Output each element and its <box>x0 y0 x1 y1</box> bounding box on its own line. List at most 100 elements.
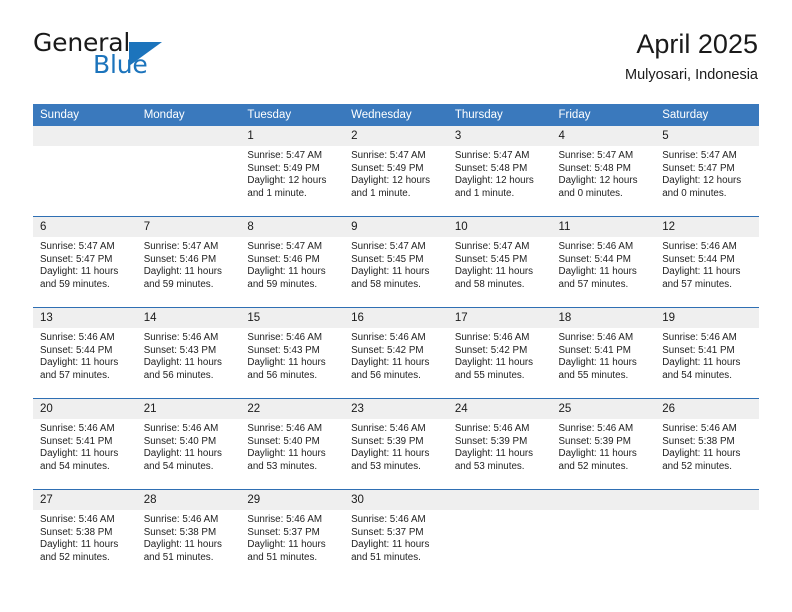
calendar-day-cell[interactable]: 22 Sunrise: 5:46 AM Sunset: 5:40 PM Dayligh… <box>240 398 345 490</box>
day-details: Sunrise: 5:46 AM Sunset: 5:42 PM Daylight:… <box>448 328 552 382</box>
calendar-day-cell[interactable]: 4 Sunrise: 5:47 AM Sunset: 5:48 PM Daylight… <box>551 126 656 217</box>
day-number: 24 <box>447 399 552 419</box>
day-number <box>136 126 241 146</box>
sunrise-text: Sunrise: 5:46 AM <box>143 514 219 525</box>
sunset-text: Sunset: 5:46 PM <box>247 253 320 265</box>
weekday-header-sunday: Sunday <box>33 104 137 126</box>
calendar-day-cell[interactable]: 28 Sunrise: 5:46 AM Sunset: 5:38 PM Dayligh… <box>136 489 241 580</box>
sunset-text: Sunset: 5:44 PM <box>40 344 113 356</box>
day-details: Sunrise: 5:47 AM Sunset: 5:45 PM Daylight:… <box>344 237 448 291</box>
sunset-text: Sunset: 5:38 PM <box>143 526 217 538</box>
sunrise-text: Sunrise: 5:47 AM <box>351 150 426 161</box>
day-number: 17 <box>447 308 552 328</box>
daylight-text: Daylight: 11 hours and 55 minutes. <box>558 357 637 381</box>
calendar-day-cell[interactable]: 23 Sunrise: 5:46 AM Sunset: 5:39 PM Dayligh… <box>344 398 448 490</box>
daylight-text: Daylight: 11 hours and 54 minutes. <box>40 448 119 472</box>
calendar-day-cell[interactable]: 13 Sunrise: 5:46 AM Sunset: 5:44 PM Dayligh… <box>33 307 137 399</box>
calendar-day-cell[interactable]: 25 Sunrise: 5:46 AM Sunset: 5:39 PM Dayligh… <box>551 398 656 490</box>
day-number: 1 <box>240 126 345 146</box>
calendar-day-cell[interactable]: 19 Sunrise: 5:46 AM Sunset: 5:41 PM Dayligh… <box>655 307 759 399</box>
page-header: General Blue April 2025 Mulyosari, Indon… <box>33 28 758 90</box>
day-number: 6 <box>33 217 137 237</box>
calendar-day-cell[interactable]: 16 Sunrise: 5:46 AM Sunset: 5:42 PM Dayligh… <box>344 307 448 399</box>
sunset-text: Sunset: 5:48 PM <box>558 162 631 174</box>
calendar-day-cell[interactable]: 12 Sunrise: 5:46 AM Sunset: 5:44 PM Dayligh… <box>655 216 759 308</box>
daylight-text: Daylight: 11 hours and 58 minutes. <box>454 266 534 290</box>
calendar-day-cell[interactable]: 2 Sunrise: 5:47 AM Sunset: 5:49 PM Daylight… <box>344 126 448 217</box>
calendar-day-cell-empty <box>551 489 656 580</box>
calendar-day-cell[interactable]: 11 Sunrise: 5:46 AM Sunset: 5:44 PM Dayligh… <box>551 216 656 308</box>
sunset-text: Sunset: 5:42 PM <box>454 344 528 356</box>
calendar-week-row: 20 Sunrise: 5:46 AM Sunset: 5:41 PM Dayligh… <box>33 398 759 490</box>
sunset-text: Sunset: 5:42 PM <box>351 344 424 356</box>
day-number: 26 <box>655 399 759 419</box>
day-details: Sunrise: 5:46 AM Sunset: 5:39 PM Daylight:… <box>448 419 552 473</box>
day-details: Sunrise: 5:46 AM Sunset: 5:38 PM Daylight:… <box>33 510 137 564</box>
day-number: 30 <box>344 490 448 510</box>
calendar-day-cell[interactable]: 21 Sunrise: 5:46 AM Sunset: 5:40 PM Dayligh… <box>136 398 241 490</box>
calendar-day-cell[interactable]: 10 Sunrise: 5:47 AM Sunset: 5:45 PM Dayligh… <box>447 216 552 308</box>
calendar-day-cell-empty <box>33 126 137 217</box>
day-details: Sunrise: 5:46 AM Sunset: 5:44 PM Daylight:… <box>655 237 759 291</box>
day-number: 7 <box>136 217 241 237</box>
sunset-text: Sunset: 5:41 PM <box>662 344 735 356</box>
calendar-day-cell[interactable]: 20 Sunrise: 5:46 AM Sunset: 5:41 PM Dayligh… <box>33 398 137 490</box>
sunrise-text: Sunrise: 5:46 AM <box>351 332 426 343</box>
daylight-text: Daylight: 11 hours and 54 minutes. <box>662 357 741 381</box>
day-details: Sunrise: 5:47 AM Sunset: 5:47 PM Daylight:… <box>33 237 137 291</box>
calendar-day-cell[interactable]: 24 Sunrise: 5:46 AM Sunset: 5:39 PM Dayligh… <box>447 398 552 490</box>
daylight-text: Daylight: 11 hours and 59 minutes. <box>40 266 119 290</box>
sunset-text: Sunset: 5:48 PM <box>454 162 528 174</box>
sunset-text: Sunset: 5:47 PM <box>40 253 113 265</box>
calendar-day-cell[interactable]: 7 Sunrise: 5:47 AM Sunset: 5:46 PM Daylight… <box>136 216 241 308</box>
day-details: Sunrise: 5:46 AM Sunset: 5:44 PM Daylight:… <box>552 237 656 291</box>
day-details: Sunrise: 5:46 AM Sunset: 5:42 PM Daylight:… <box>344 328 448 382</box>
sunset-text: Sunset: 5:41 PM <box>558 344 631 356</box>
calendar-day-cell[interactable]: 1 Sunrise: 5:47 AM Sunset: 5:49 PM Daylight… <box>240 126 345 217</box>
sunrise-text: Sunrise: 5:46 AM <box>40 423 115 434</box>
calendar-day-cell[interactable]: 14 Sunrise: 5:46 AM Sunset: 5:43 PM Dayligh… <box>136 307 241 399</box>
weekday-header-tuesday: Tuesday <box>240 104 345 126</box>
day-number: 5 <box>655 126 759 146</box>
daylight-text: Daylight: 11 hours and 51 minutes. <box>247 539 326 563</box>
daylight-text: Daylight: 11 hours and 55 minutes. <box>454 357 534 381</box>
calendar-day-cell[interactable]: 18 Sunrise: 5:46 AM Sunset: 5:41 PM Dayligh… <box>551 307 656 399</box>
sunrise-text: Sunrise: 5:46 AM <box>247 514 323 525</box>
day-details: Sunrise: 5:46 AM Sunset: 5:37 PM Daylight:… <box>240 510 344 564</box>
calendar-day-cell[interactable]: 5 Sunrise: 5:47 AM Sunset: 5:47 PM Daylight… <box>655 126 759 217</box>
calendar-day-cell[interactable]: 17 Sunrise: 5:46 AM Sunset: 5:42 PM Dayligh… <box>447 307 552 399</box>
calendar-header-row: Sunday Monday Tuesday Wednesday Thursday… <box>33 104 759 126</box>
daylight-text: Daylight: 11 hours and 51 minutes. <box>351 539 430 563</box>
brand-logo[interactable]: General Blue <box>33 28 263 86</box>
day-number: 28 <box>136 490 241 510</box>
daylight-text: Daylight: 12 hours and 1 minute. <box>454 175 534 199</box>
title-block: April 2025 Mulyosari, Indonesia <box>625 28 758 84</box>
day-details: Sunrise: 5:46 AM Sunset: 5:39 PM Daylight:… <box>344 419 448 473</box>
calendar-day-cell[interactable]: 3 Sunrise: 5:47 AM Sunset: 5:48 PM Daylight… <box>447 126 552 217</box>
calendar-day-cell[interactable]: 27 Sunrise: 5:46 AM Sunset: 5:38 PM Dayligh… <box>33 489 137 580</box>
calendar-day-cell[interactable]: 9 Sunrise: 5:47 AM Sunset: 5:45 PM Daylight… <box>344 216 448 308</box>
calendar-day-cell[interactable]: 26 Sunrise: 5:46 AM Sunset: 5:38 PM Dayligh… <box>655 398 759 490</box>
daylight-text: Daylight: 11 hours and 54 minutes. <box>143 448 222 472</box>
day-number: 19 <box>655 308 759 328</box>
sunset-text: Sunset: 5:49 PM <box>351 162 424 174</box>
day-number: 29 <box>240 490 345 510</box>
day-number <box>655 490 759 510</box>
day-number: 2 <box>344 126 448 146</box>
calendar-day-cell[interactable]: 29 Sunrise: 5:46 AM Sunset: 5:37 PM Dayligh… <box>240 489 345 580</box>
daylight-text: Daylight: 11 hours and 51 minutes. <box>143 539 222 563</box>
sunset-text: Sunset: 5:41 PM <box>40 435 113 447</box>
day-details: Sunrise: 5:46 AM Sunset: 5:44 PM Daylight:… <box>33 328 137 382</box>
sunrise-text: Sunrise: 5:46 AM <box>558 332 634 343</box>
sunset-text: Sunset: 5:44 PM <box>662 253 735 265</box>
day-number: 3 <box>447 126 552 146</box>
calendar-week-row: 1 Sunrise: 5:47 AM Sunset: 5:49 PM Daylight… <box>33 126 759 217</box>
calendar-day-cell[interactable]: 30 Sunrise: 5:46 AM Sunset: 5:37 PM Dayligh… <box>344 489 448 580</box>
calendar-day-cell[interactable]: 6 Sunrise: 5:47 AM Sunset: 5:47 PM Daylight… <box>33 216 137 308</box>
day-number: 22 <box>240 399 345 419</box>
calendar-day-cell[interactable]: 8 Sunrise: 5:47 AM Sunset: 5:46 PM Daylight… <box>240 216 345 308</box>
calendar-day-cell[interactable]: 15 Sunrise: 5:46 AM Sunset: 5:43 PM Dayligh… <box>240 307 345 399</box>
sunrise-text: Sunrise: 5:47 AM <box>454 241 530 252</box>
sunrise-text: Sunrise: 5:46 AM <box>143 332 219 343</box>
day-details: Sunrise: 5:46 AM Sunset: 5:38 PM Daylight:… <box>137 510 241 564</box>
